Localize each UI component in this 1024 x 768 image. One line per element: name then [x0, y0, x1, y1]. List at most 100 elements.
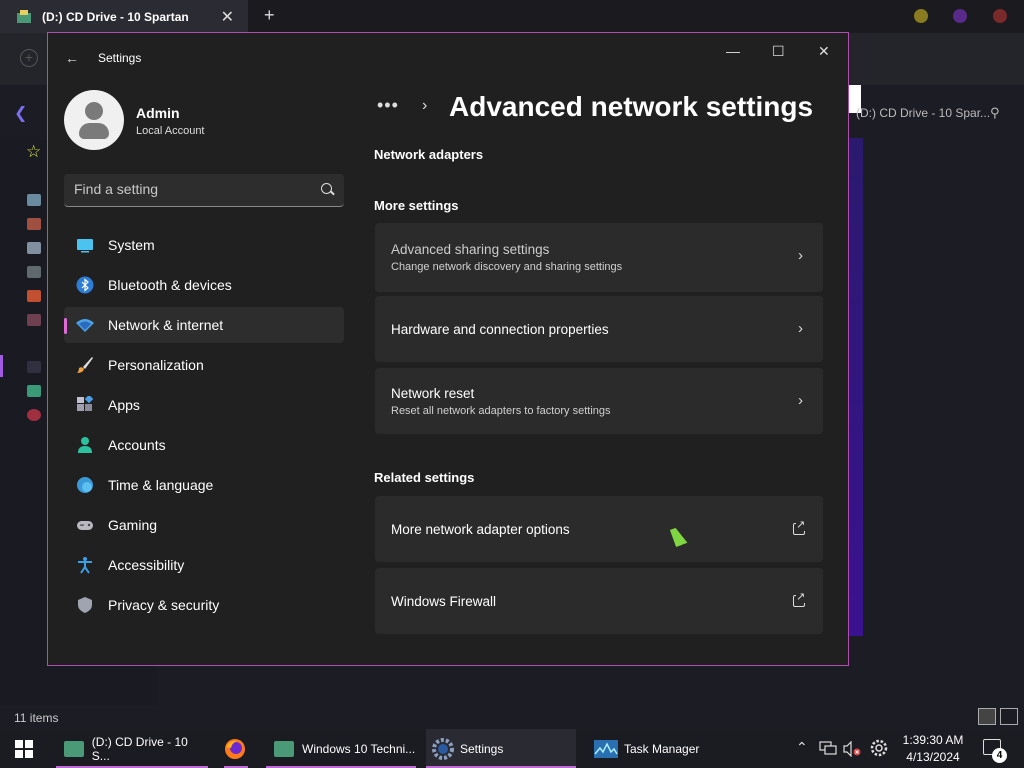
nav-label: Bluetooth & devices: [108, 277, 232, 293]
taskbar-item-windows10[interactable]: Windows 10 Techni...: [266, 729, 416, 768]
card-title: More network adapter options: [391, 522, 570, 537]
folder-icon[interactable]: [27, 314, 41, 326]
search-icon[interactable]: [321, 183, 332, 194]
folder-icon[interactable]: [27, 218, 41, 230]
folder-icon[interactable]: [27, 290, 41, 302]
nav-label: Apps: [108, 397, 140, 413]
section-related-settings: Related settings: [374, 470, 475, 485]
taskbar-item-firefox[interactable]: [224, 729, 248, 768]
globe-icon: [77, 477, 93, 493]
pc-icon[interactable]: [27, 361, 41, 373]
breadcrumb-overflow[interactable]: •••: [377, 95, 399, 116]
close-button[interactable]: ✕: [818, 43, 830, 60]
avatar[interactable]: [64, 90, 124, 150]
taskbar-item-task-manager[interactable]: Task Manager: [588, 729, 728, 768]
nav-item-personalization[interactable]: Personalization: [64, 347, 344, 383]
details-view-icon[interactable]: [978, 708, 996, 725]
nav-item-accessibility[interactable]: Accessibility: [64, 547, 344, 583]
close-dot-icon[interactable]: [993, 9, 1007, 23]
taskbar-label: Windows 10 Techni...: [302, 741, 416, 756]
nav-label: System: [108, 237, 155, 253]
settings-gear-icon: [432, 737, 454, 760]
explorer-search-icon[interactable]: ⚲: [990, 105, 1000, 121]
task-manager-icon: [594, 739, 618, 758]
notification-badge: 4: [992, 748, 1007, 763]
favorites-star-icon[interactable]: ☆: [26, 142, 41, 162]
system-icon: [77, 239, 93, 253]
drive-icon: [64, 740, 84, 757]
folder-icon[interactable]: [27, 266, 41, 278]
network-tray-icon[interactable]: [819, 741, 837, 755]
nav-label: Accessibility: [108, 557, 185, 573]
new-tab-button[interactable]: +: [264, 5, 275, 26]
gear-icon[interactable]: [870, 739, 888, 757]
card-more-adapter-options[interactable]: More network adapter options: [375, 496, 823, 562]
network-drive-icon[interactable]: [27, 409, 41, 421]
card-subtitle: Reset all network adapters to factory se…: [391, 405, 611, 417]
folder-icon[interactable]: [27, 242, 41, 254]
back-button[interactable]: ←: [65, 50, 79, 66]
explorer-back-icon[interactable]: ❮: [14, 103, 27, 123]
nav-label: Personalization: [108, 357, 204, 373]
card-network-reset[interactable]: Network reset Reset all network adapters…: [375, 368, 823, 434]
chevron-right-icon: ›: [798, 392, 803, 409]
card-hardware-properties[interactable]: Hardware and connection properties ›: [375, 296, 823, 362]
section-more-settings: More settings: [374, 198, 459, 213]
breadcrumb-separator: ›: [422, 97, 428, 114]
close-tab-icon[interactable]: ✕: [221, 7, 234, 27]
nav-item-system[interactable]: System: [64, 227, 344, 263]
nav-item-time-language[interactable]: Time & language: [64, 467, 344, 503]
firefox-icon: [225, 738, 245, 759]
drive-icon[interactable]: [27, 385, 41, 397]
window-title: Settings: [98, 51, 142, 65]
page-title: Advanced network settings: [449, 91, 814, 122]
nav-label: Time & language: [108, 477, 214, 493]
nav-label: Network & internet: [108, 317, 224, 333]
item-count: 11 items: [14, 711, 59, 725]
minimize-dot-icon[interactable]: [914, 9, 928, 23]
chevron-right-icon: ›: [798, 247, 803, 264]
nav-item-network[interactable]: Network & internet: [64, 307, 344, 343]
clock[interactable]: 1:39:30 AM 4/13/2024: [900, 732, 966, 766]
avatar-head: [85, 102, 103, 120]
section-network-adapters[interactable]: Network adapters: [374, 147, 483, 162]
external-link-icon: [793, 518, 806, 535]
tray-chevron-icon[interactable]: ⌃: [796, 739, 808, 756]
taskbar-item-settings[interactable]: Settings: [426, 729, 576, 768]
explorer-tab-title: (D:) CD Drive - 10 Spartan: [42, 9, 189, 24]
add-icon[interactable]: +: [20, 49, 38, 67]
explorer-address[interactable]: (D:) CD Drive - 10 Spar...: [856, 106, 990, 120]
card-advanced-sharing[interactable]: Advanced sharing settings Change network…: [375, 223, 823, 292]
user-name: Admin: [136, 105, 180, 121]
explorer-tab[interactable]: (D:) CD Drive - 10 Spartan ✕: [0, 0, 248, 33]
nav-item-privacy[interactable]: Privacy & security: [64, 587, 344, 623]
wallpaper-strip: [849, 138, 863, 636]
nav-item-accounts[interactable]: Accounts: [64, 427, 344, 463]
card-subtitle: Change network discovery and sharing set…: [391, 261, 623, 273]
maximize-dot-icon[interactable]: [953, 9, 967, 23]
nav-item-gaming[interactable]: Gaming: [64, 507, 344, 543]
folder-icon[interactable]: [27, 194, 41, 206]
taskbar-item-explorer[interactable]: (D:) CD Drive - 10 S...: [56, 729, 208, 768]
maximize-button[interactable]: ☐: [772, 43, 785, 60]
gamepad-icon: [77, 521, 93, 530]
nav-item-bluetooth[interactable]: Bluetooth & devices: [64, 267, 344, 303]
network-icon: [76, 319, 94, 332]
card-title: Advanced sharing settings: [391, 242, 550, 257]
chevron-right-icon: ›: [798, 320, 803, 337]
brush-icon: [77, 357, 93, 373]
search-input[interactable]: [74, 181, 314, 197]
volume-muted-icon[interactable]: [843, 741, 861, 757]
card-windows-firewall[interactable]: Windows Firewall: [375, 568, 823, 634]
nav-list: System Bluetooth & devices Network & int…: [64, 227, 344, 627]
avatar-body: [79, 123, 109, 139]
taskbar-label: (D:) CD Drive - 10 S...: [91, 734, 188, 763]
card-title: Hardware and connection properties: [391, 322, 609, 337]
account-type: Local Account: [136, 125, 205, 137]
minimize-button[interactable]: —: [726, 43, 740, 59]
tiles-view-icon[interactable]: [1000, 708, 1018, 725]
windows-start-icon[interactable]: [15, 740, 33, 758]
nav-item-apps[interactable]: Apps: [64, 387, 344, 423]
settings-window: ← Settings — ☐ ✕ Admin Local Account Sys…: [47, 32, 849, 666]
search-box[interactable]: [64, 174, 344, 207]
